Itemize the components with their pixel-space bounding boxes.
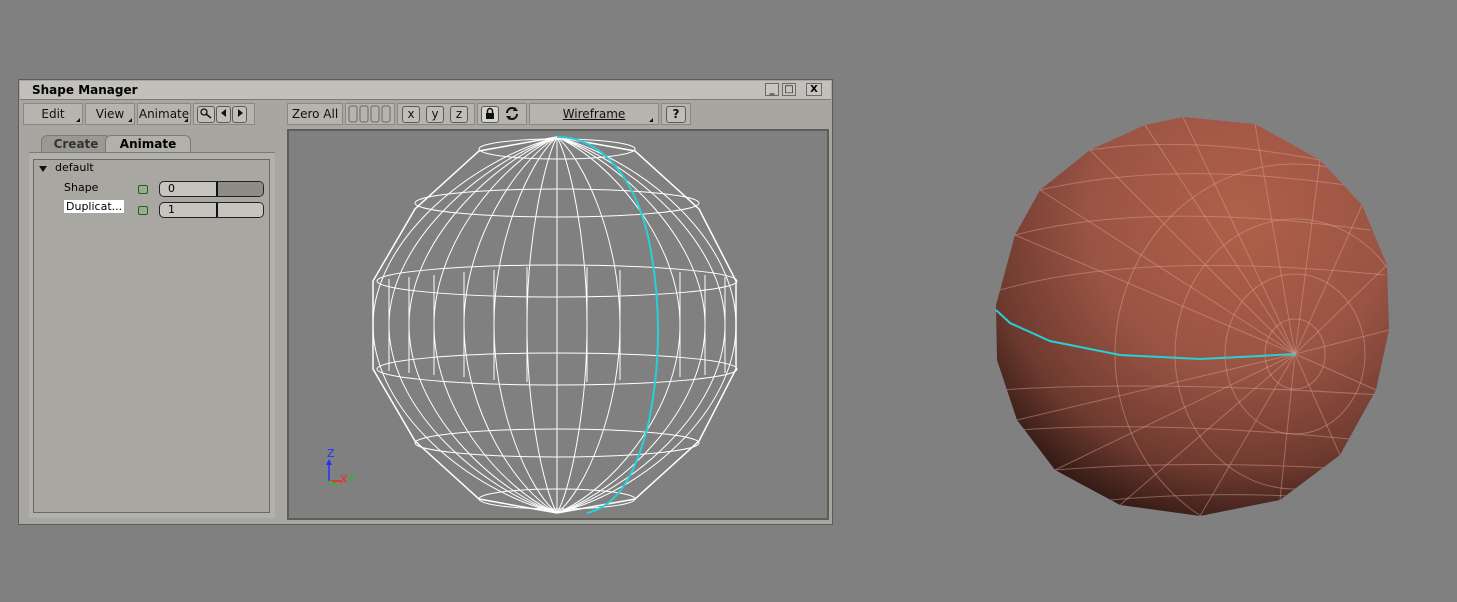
axis-gizmo-icon: Z X Y: [326, 447, 355, 486]
prev-key-icon[interactable]: [216, 106, 231, 123]
duplicate-row-label[interactable]: Duplicat...: [64, 200, 125, 213]
lock-sync-group: [477, 103, 527, 125]
key-nav-group: [193, 103, 255, 125]
axis-z-button[interactable]: z: [450, 106, 468, 123]
keyframe-icon[interactable]: [197, 106, 215, 123]
duplicate-weight-slider[interactable]: 1: [159, 202, 264, 218]
collapse-triangle-icon[interactable]: [39, 166, 47, 172]
display-mode-value: Wireframe: [562, 107, 626, 121]
help-button[interactable]: ?: [661, 103, 691, 125]
animate-menu-button[interactable]: Animate: [137, 103, 191, 125]
view-menu-button[interactable]: View: [85, 103, 135, 125]
close-button[interactable]: X: [806, 83, 822, 96]
shape-manager-window: Shape Manager _ □ X Edit View Animate Ze…: [18, 79, 833, 525]
slider-track: [218, 203, 263, 217]
weight-slots-icon: [345, 103, 395, 125]
shape-enable-toggle[interactable]: [138, 185, 148, 194]
refresh-icon[interactable]: [503, 106, 521, 123]
shape-weight-value: 0: [168, 182, 175, 195]
axis-z-label: Z: [327, 447, 335, 460]
next-key-icon[interactable]: [232, 106, 247, 123]
edit-menu-label: Edit: [41, 107, 65, 121]
duplicate-enable-toggle[interactable]: [138, 206, 148, 215]
dropdown-triangle-icon: [184, 118, 188, 122]
wireframe-sphere[interactable]: [372, 136, 738, 514]
lock-icon[interactable]: [481, 106, 499, 123]
animate-menu-label: Animate: [138, 107, 190, 121]
dropdown-triangle-icon: [649, 118, 653, 122]
dropdown-triangle-icon: [76, 118, 80, 122]
window-title: Shape Manager: [32, 83, 138, 97]
toolbar: Edit View Animate Zero All x y z Wirefra…: [23, 102, 828, 126]
axis-y-label: Y: [347, 473, 355, 486]
title-bar[interactable]: Shape Manager _ □ X: [20, 81, 831, 100]
shape-weight-slider[interactable]: 0: [159, 181, 264, 197]
display-mode-dropdown[interactable]: Wireframe: [529, 103, 659, 125]
help-icon: ?: [666, 106, 686, 123]
tree-group-label[interactable]: default: [55, 161, 94, 174]
minimize-button[interactable]: _: [765, 83, 779, 96]
wireframe-viewport[interactable]: Z X Y: [287, 129, 829, 520]
zero-all-button[interactable]: Zero All: [287, 103, 343, 125]
dropdown-triangle-icon: [128, 118, 132, 122]
maximize-button[interactable]: □: [782, 83, 796, 96]
shape-row-label[interactable]: Shape: [64, 181, 98, 194]
axis-x-button[interactable]: x: [402, 106, 420, 123]
tab-create[interactable]: Create: [41, 135, 111, 153]
axis-y-button[interactable]: y: [426, 106, 444, 123]
duplicate-weight-value: 1: [168, 203, 175, 216]
slider-track: [218, 182, 263, 196]
shaded-sphere[interactable]: [995, 117, 1457, 544]
view-menu-label: View: [95, 107, 125, 121]
axis-x-label: X: [340, 473, 348, 486]
axis-group: x y z: [397, 103, 475, 125]
shape-tree-panel: default Shape 0 Duplicat... 1: [33, 159, 270, 513]
edit-menu-button[interactable]: Edit: [23, 103, 83, 125]
tab-animate[interactable]: Animate: [105, 135, 191, 153]
